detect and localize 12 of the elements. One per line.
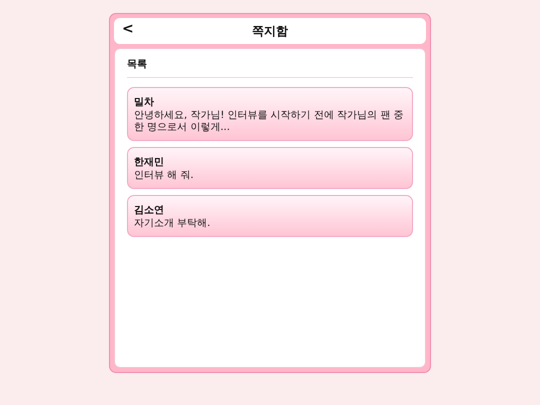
message-preview: 안녕하세요, 작가님! 인터뷰를 시작하기 전에 작가님의 팬 중 한 명으로서 이렇게... bbox=[134, 110, 404, 134]
message-card[interactable]: 김소연 자기소개 부탁해. bbox=[127, 195, 413, 237]
message-preview: 자기소개 부탁해. bbox=[134, 218, 212, 230]
back-button[interactable]: < bbox=[118, 21, 138, 37]
message-card[interactable]: 한재민 인터뷰 해 줘. bbox=[127, 147, 413, 189]
section-title: 목록 bbox=[127, 58, 148, 71]
message-card[interactable]: 밀차 안녕하세요, 작가님! 인터뷰를 시작하기 전에 작가님의 팬 중 한 명으로서 이렇게... bbox=[127, 87, 413, 141]
sender-name: 김소연 bbox=[134, 204, 165, 217]
sender-name: 한재민 bbox=[134, 156, 165, 169]
sender-name: 밀차 bbox=[134, 96, 155, 109]
page-title: 쪽지함 bbox=[252, 22, 288, 40]
message-preview: 인터뷰 해 줘. bbox=[134, 170, 195, 182]
